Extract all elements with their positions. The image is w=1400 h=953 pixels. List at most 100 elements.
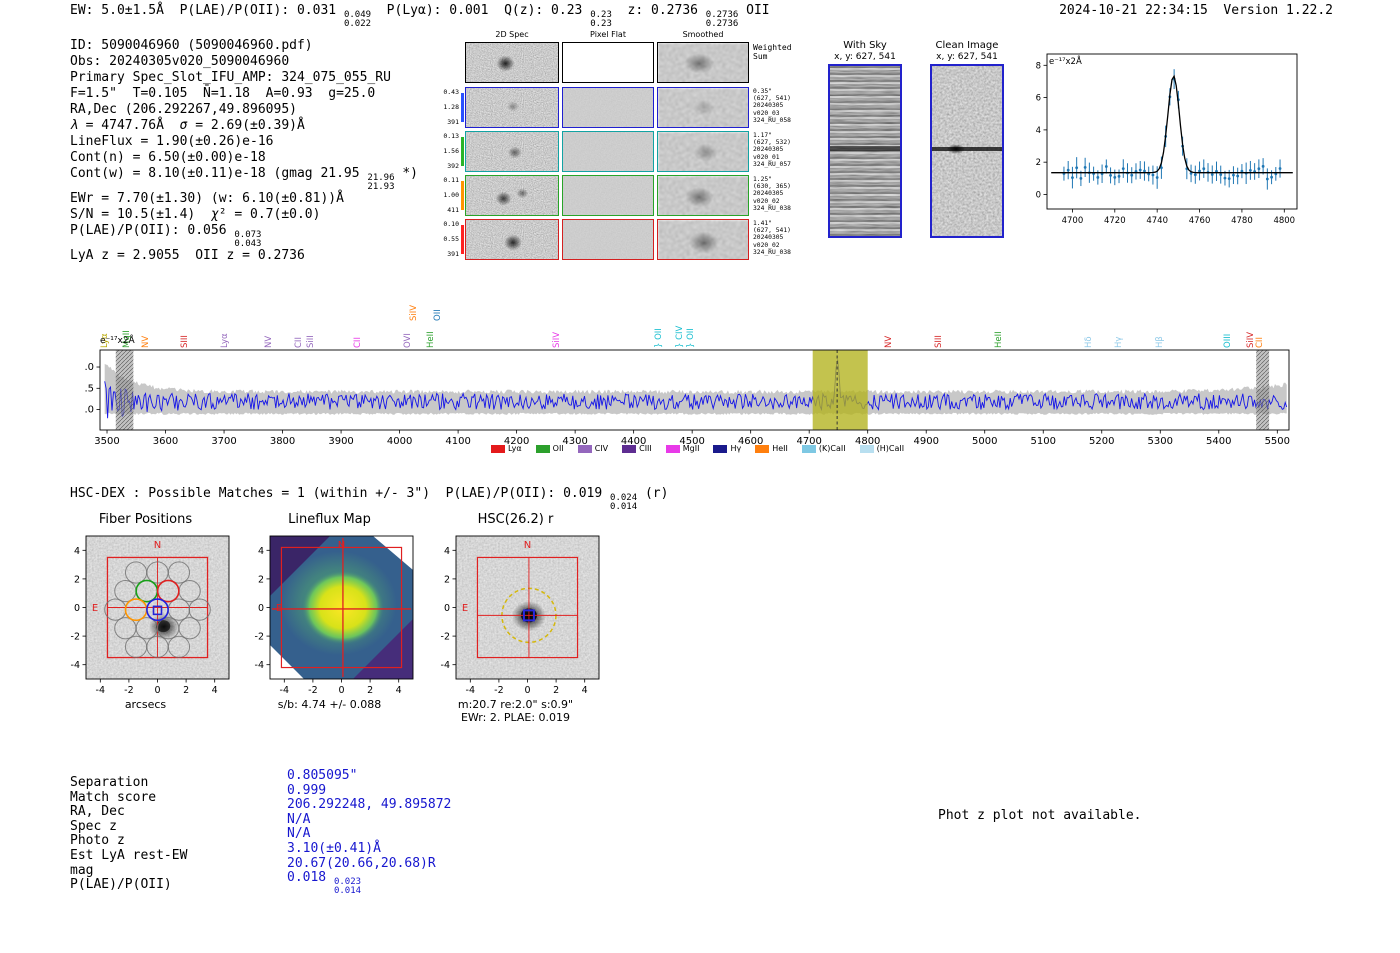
match-row-value: 206.292248, 49.895872	[287, 797, 452, 813]
svg-text:4720: 4720	[1104, 216, 1126, 226]
detection-highlight-band	[812, 350, 868, 430]
legend-item: CIV	[577, 444, 608, 453]
spec2d-row-right-label: Weighted Sum	[753, 43, 792, 61]
svg-text:-4: -4	[280, 685, 289, 696]
spec2d-row-right-label: 0.35" (627, 541) 20240305 v020_03 324_RU_058	[753, 88, 791, 124]
svg-text:N: N	[524, 540, 531, 551]
fiber-positions-plot: -4 -4 -2 -2 0 0 2 2 4 4 N E	[71, 535, 230, 696]
spec2d-row-left-label: 0.10 0.55 391	[443, 220, 459, 258]
info-line: LineFlux = 1.90(±0.26)e-16	[70, 134, 274, 149]
match-row-value: 20.67(20.66,20.68)R	[287, 855, 436, 871]
legend-swatch	[490, 444, 505, 453]
hsc-r-title: HSC(26.2) r	[477, 512, 554, 527]
spectrum-legend: Lyα OII CIV CIII MgII Hγ HeII (K)CaII (H)CaII	[85, 444, 1310, 453]
svg-text:-2: -2	[124, 685, 133, 696]
lineflux-map-panel: Lineflux Map -4 -4 -2 -2 0 0 2 2 4 4 N E s/b: 4.74 …	[242, 512, 417, 727]
spec2d-image	[562, 87, 654, 128]
spec2d-row-tick	[461, 137, 464, 166]
svg-text:0: 0	[444, 603, 450, 614]
svg-text:4: 4	[1036, 126, 1041, 136]
match-row-label: Match score	[70, 789, 157, 805]
spec2d-image	[562, 219, 654, 260]
info-line: P(LAE)/P(OII): 0.056 0.073 0.043	[70, 223, 262, 249]
zoom-flux-units-label: e⁻¹⁷x2Å	[1049, 57, 1082, 67]
match-row-label: Est LyA rest-EW	[70, 847, 188, 863]
spec2d-image	[657, 219, 749, 260]
info-line: λ = 4747.76Å σ = 2.69(±0.39)Å	[70, 118, 305, 133]
svg-text:2: 2	[183, 685, 189, 696]
hsc-r-plot: -4 -4 -2 -2 0 0 2 2 4 4 N E	[441, 535, 600, 696]
summary-header: EW: 5.0±1.5Å P(LAE)/P(OII): 0.031 0.049 0…	[70, 3, 770, 29]
lineflux-map-plot: -4 -4 -2 -2 0 0 2 2 4 4 N E	[255, 535, 414, 696]
info-line: Cont(n) = 6.50(±0.00)e-18	[70, 150, 266, 165]
legend-item: OII	[535, 444, 564, 453]
match-row-label: RA, Dec	[70, 804, 125, 820]
svg-text:-2: -2	[441, 632, 450, 643]
svg-text:-4: -4	[71, 660, 80, 671]
info-line: S/N = 10.5(±1.4) χ² = 0.7(±0.0)	[70, 207, 321, 222]
fiber-positions-title: Fiber Positions	[98, 512, 193, 527]
svg-text:0: 0	[154, 685, 160, 696]
svg-text:2: 2	[553, 685, 559, 696]
svg-text:4780: 4780	[1231, 216, 1253, 226]
legend-swatch	[622, 444, 637, 453]
match-table-labels: Separation Match score RA, Dec Spec z Photo …	[70, 775, 188, 893]
match-row-label: Photo z	[70, 833, 125, 849]
hsc-r-ewr-label: EWr: 2. PLAE: 0.019	[460, 711, 571, 724]
info-line: EWr = 7.70(±1.30) (w: 6.10(±0.81))Å	[70, 191, 344, 206]
spec2d-col-header: Smoothed	[682, 30, 724, 39]
svg-text:E: E	[462, 603, 468, 614]
svg-text:4740: 4740	[1146, 216, 1168, 226]
spec2d-image	[562, 131, 654, 172]
legend-swatch	[755, 444, 770, 453]
timestamp-version: 2024-10-21 22:34:15 Version 1.22.2	[1059, 3, 1333, 18]
svg-text:0: 0	[524, 685, 530, 696]
svg-text:0: 0	[338, 685, 344, 696]
spec2d-row-tick	[461, 225, 464, 254]
legend-swatch	[713, 444, 728, 453]
spec2d-image	[465, 131, 559, 172]
match-row-label: Separation	[70, 775, 149, 790]
clean-image-noise	[932, 66, 1002, 236]
match-row-value: N/A	[287, 811, 311, 827]
with-sky-panel: With Sky x, y: 627, 541	[828, 40, 902, 238]
svg-text:0: 0	[74, 603, 80, 614]
svg-text:5.0: 5.0	[85, 362, 94, 373]
info-line: Primary Spec_Slot_IFU_AMP: 324_075_055_R…	[70, 70, 391, 85]
svg-text:2: 2	[367, 685, 373, 696]
info-line: Obs: 20240305v020_5090046960	[70, 54, 290, 69]
svg-text:4: 4	[212, 685, 218, 696]
emission-line-label: SiIV	[408, 304, 419, 321]
svg-text:-4: -4	[466, 685, 475, 696]
detection-info-block: ID: 5090046960 (5090046960.pdf) Obs: 2024…	[70, 38, 418, 264]
match-row-label: P(LAE)/P(OII)	[70, 877, 172, 893]
legend-swatch	[665, 444, 680, 453]
svg-text:-2: -2	[308, 685, 317, 696]
svg-text:-4: -4	[255, 660, 264, 671]
svg-text:4700: 4700	[1062, 216, 1084, 226]
clean-image-coords: x, y: 627, 541	[936, 52, 998, 62]
svg-text:N: N	[338, 540, 345, 551]
spec2d-image	[657, 131, 749, 172]
svg-text:0: 0	[258, 603, 264, 614]
svg-text:2.5: 2.5	[85, 383, 94, 394]
photz-note: Phot z plot not available.	[938, 808, 1142, 823]
svg-text:-4: -4	[96, 685, 105, 696]
data-points	[1062, 77, 1282, 181]
svg-text:-4: -4	[441, 660, 450, 671]
spec2d-row-tick	[461, 181, 464, 210]
svg-text:6: 6	[1036, 94, 1041, 104]
svg-text:-2: -2	[71, 632, 80, 643]
plot-frame	[1046, 53, 1298, 210]
spec2d-row-right-label: 1.41" (627, 541) 20240305 v020_02 324_RU_038	[753, 220, 791, 256]
legend-swatch	[801, 444, 816, 453]
lineflux-image	[270, 536, 413, 679]
with-sky-image	[828, 64, 902, 238]
svg-text:4: 4	[74, 546, 80, 557]
info-line: F=1.5" T=0.105 N̄=1.18 A=0.93 g=25.0	[70, 86, 376, 101]
spec2d-col-header: Pixel Flat	[590, 30, 626, 39]
svg-text:4800: 4800	[1273, 216, 1295, 226]
spec2d-col-header: 2D Spec	[495, 30, 529, 39]
spec2d-row-right-label: 1.25" (630, 365) 20240305 v020_02 324_RU_038	[753, 176, 791, 212]
legend-item: CIII	[622, 444, 652, 453]
